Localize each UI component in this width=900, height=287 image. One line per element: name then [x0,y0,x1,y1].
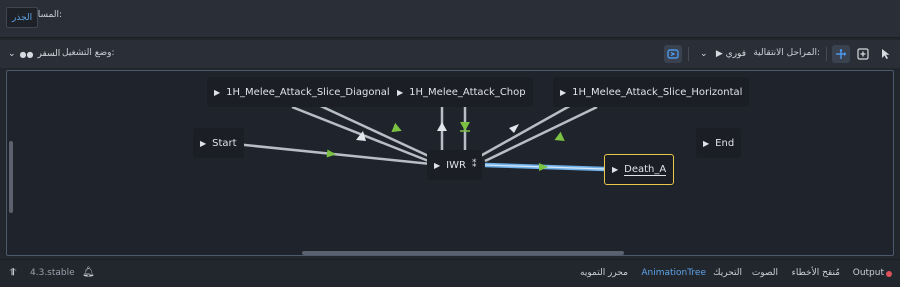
state-node-label: 1H_Melee_Attack_Chop [409,86,526,98]
state-node-label: 1H_Melee_Attack_Slice_Diagonal [226,86,390,98]
state-node-label: 1H_Melee_Attack_Slice_Horizontal [572,86,743,98]
state-node-start[interactable]: ▶ Start [193,128,244,158]
toolbar-separator [826,47,827,61]
tab-animation[interactable]: التحريك [713,268,742,278]
transition-horizontal-iwr [484,105,598,163]
state-node-label: Death_A [624,163,667,176]
play-icon[interactable]: ▶ [397,88,403,97]
path-bar: المسار: الجذر [0,0,900,38]
play-icon[interactable]: ▶ [434,161,440,170]
play-icon[interactable]: ▶ [612,165,618,174]
bottom-panel-bar: ⥣ 4.3.stable 🔔︎ محرر التمويه AnimationTr… [0,259,900,287]
state-node-label: Start [212,137,237,149]
tab-output[interactable]: Output [853,268,884,278]
transition-expression-icon[interactable] [664,45,682,63]
state-node-iwr[interactable]: ▶ IWR ⁑ [427,150,483,180]
horizontal-scrollbar[interactable] [302,251,624,255]
engine-version: 4.3.stable [30,268,75,278]
state-machine-toolbar: المراحل الانتقالية: ⌄ ▶ فوري وضع التشغيل… [0,40,900,68]
state-node-death-a[interactable]: ▶ Death_A [604,154,675,185]
output-error-indicator [886,271,892,277]
chevron-down-icon: ⌄ [8,49,16,59]
chevron-down-icon: ⌄ [700,49,708,59]
select-cursor-icon[interactable] [877,45,895,63]
play-mode-select[interactable]: ⌄ ●● السفر [6,45,62,63]
state-node-end[interactable]: ▶ End [696,128,742,158]
play-icon[interactable]: ▶ [214,88,220,97]
path-root-button[interactable]: الجذر [6,7,39,28]
play-mode-value: السفر [37,49,61,59]
transition-type-value: ▶ فوري [715,49,746,59]
tab-audio[interactable]: الصوت [752,268,778,278]
tab-shader-editor[interactable]: محرر التمويه [580,268,628,278]
transition-arrow-icons-white [356,122,519,141]
state-node-label: End [715,137,735,149]
move-icon[interactable] [832,45,850,63]
play-icon[interactable]: ▶ [200,139,206,148]
notification-bell-icon[interactable]: 🔔︎ [82,267,95,278]
travel-icon: ●● [19,49,34,59]
tab-animation-tree[interactable]: AnimationTree [641,268,706,278]
blend-tree-icon[interactable]: ⁑ [472,160,477,170]
expand-panel-icon[interactable]: ⥣ [9,267,16,278]
transition-iwr-horizontal [474,101,576,161]
state-node-slice-horizontal[interactable]: ▶ 1H_Melee_Attack_Slice_Horizontal [553,77,750,107]
state-machine-graph[interactable]: ▶ Start ▶ End ▶ 1H_Melee_Attack_Slice_Di… [6,70,894,256]
vertical-scrollbar[interactable] [9,141,13,213]
state-node-slice-diagonal[interactable]: ▶ 1H_Melee_Attack_Slice_Diagonal [207,77,397,107]
transition-type-select[interactable]: ⌄ ▶ فوري [696,45,750,63]
toolbar-separator [688,47,689,61]
state-node-label: IWR [446,159,466,171]
state-node-chop[interactable]: ▶ 1H_Melee_Attack_Chop [390,77,533,107]
tab-debugger[interactable]: مُنقح الأخطاء [792,268,840,278]
transition-type-label: المراحل الانتقالية: [753,48,820,58]
transition-iwr-diagonal [311,100,436,161]
play-icon[interactable]: ▶ [703,139,709,148]
play-mode-label: وضع التشغيل: [62,48,115,58]
play-icon[interactable]: ▶ [560,88,566,97]
add-node-icon[interactable] [854,45,872,63]
